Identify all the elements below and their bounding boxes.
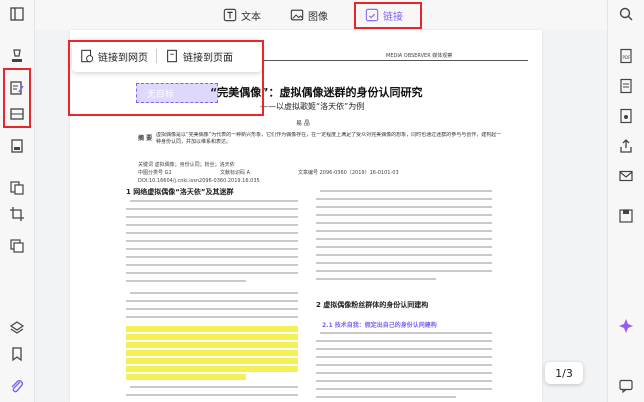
text-line	[316, 246, 492, 248]
comment-icon[interactable]	[618, 378, 634, 394]
section-2-heading: 2 虚拟偶像粉丝群体的身份认同建构	[316, 301, 429, 309]
text-line	[316, 254, 492, 256]
text-line	[130, 200, 298, 202]
annotation-box-left	[3, 68, 31, 128]
text-line	[126, 394, 298, 396]
text-line	[126, 272, 298, 274]
organize-pages-icon[interactable]	[9, 180, 25, 196]
text-line	[126, 208, 298, 210]
text-line	[130, 292, 298, 294]
text-line	[316, 214, 492, 216]
left-tool-bar	[0, 0, 35, 402]
save-icon[interactable]	[618, 208, 634, 224]
highlighted-line	[126, 374, 246, 380]
ai-assistant-icon[interactable]	[618, 318, 634, 334]
text-line	[126, 216, 298, 218]
text-line	[126, 316, 298, 318]
text-line	[316, 396, 456, 398]
text-icon	[223, 8, 237, 22]
ocr-icon[interactable]	[618, 78, 634, 94]
abstract-head: 摘 要	[138, 135, 153, 142]
doi: DOI:10.16604/j.cnki.issn2096-0360.2019.1…	[138, 178, 260, 184]
header-right: MEDIA OBSERVER 媒体观察	[386, 53, 453, 59]
annotation-box-link	[354, 2, 422, 29]
share-icon[interactable]	[618, 138, 634, 154]
keywords: 关键词 虚拟偶像；身份认同；粉丝；洛天依	[138, 162, 235, 168]
text-line	[316, 348, 492, 350]
text-line	[316, 388, 492, 390]
highlighted-line	[126, 342, 298, 348]
highlighted-line	[126, 350, 298, 356]
text-line	[316, 230, 492, 232]
text-line	[126, 308, 298, 310]
crop-icon[interactable]	[9, 206, 25, 222]
image-tool-label: 图像	[308, 11, 328, 23]
protect-icon[interactable]	[618, 108, 634, 124]
text-line	[316, 356, 492, 358]
text-line	[316, 222, 492, 224]
text-line	[126, 300, 298, 302]
text-line	[126, 264, 298, 266]
edit-toolbar: 文本 图像 链接	[35, 0, 608, 30]
mail-icon[interactable]	[618, 168, 634, 184]
text-line	[316, 340, 492, 342]
text-line	[316, 380, 492, 382]
sidebar-toggle-icon[interactable]	[9, 6, 25, 22]
article-subtitle: ——以虚拟歌姬“洛天依”为例	[260, 102, 365, 111]
class-no: 中图分类号 G2	[138, 170, 172, 176]
highlighted-line	[126, 326, 298, 332]
text-line	[316, 206, 492, 208]
article-no: 文章编号 2096-0360（2019）16-0101-03	[298, 170, 399, 176]
text-line	[126, 232, 298, 234]
text-line	[316, 238, 492, 240]
section-2-1-heading: 2.1 技术自我：假定出自己的身份认同建构	[322, 322, 437, 329]
highlighter-icon[interactable]	[9, 48, 25, 64]
text-line	[126, 224, 298, 226]
right-tool-bar: PDF	[607, 0, 644, 402]
text-line	[316, 270, 492, 272]
abstract-text: 虚拟偶像是以“完美偶像”为代表的一种新兴形象，它们作为偶像存在，在一定程度上满足…	[156, 132, 502, 145]
text-line	[316, 372, 492, 374]
svg-text:PDF: PDF	[623, 55, 631, 60]
text-line	[126, 248, 298, 250]
section-1-heading: 1 网络虚拟偶像“洛天依”及其迷群	[126, 188, 234, 196]
image-icon	[290, 9, 304, 21]
image-tool-button[interactable]: 图像	[290, 6, 328, 24]
text-line	[316, 278, 436, 280]
highlighted-line	[126, 358, 298, 364]
page-indicator[interactable]: 1/3	[545, 362, 583, 384]
text-line	[130, 386, 298, 388]
highlighted-line	[126, 334, 298, 340]
text-line	[316, 364, 492, 366]
convert-icon[interactable]	[9, 238, 25, 254]
text-line	[316, 198, 492, 200]
pdf-export-icon[interactable]: PDF	[618, 48, 634, 64]
text-line	[316, 262, 492, 264]
text-tool-button[interactable]: 文本	[223, 6, 261, 24]
text-line	[126, 240, 298, 242]
search-icon[interactable]	[618, 6, 634, 22]
doc-code: 文献标识码 A	[220, 170, 251, 176]
layers-icon[interactable]	[9, 320, 25, 336]
attachment-icon[interactable]	[9, 378, 25, 394]
text-line	[320, 332, 492, 334]
bookmark-icon[interactable]	[9, 346, 25, 362]
author: 易 晶	[296, 120, 310, 127]
text-line	[320, 190, 492, 192]
annotation-box-popup	[68, 40, 264, 116]
highlighted-line	[126, 366, 298, 372]
text-line	[126, 256, 298, 258]
page-tools-icon[interactable]	[9, 138, 25, 154]
text-tool-label: 文本	[241, 11, 261, 23]
text-line	[126, 280, 246, 282]
